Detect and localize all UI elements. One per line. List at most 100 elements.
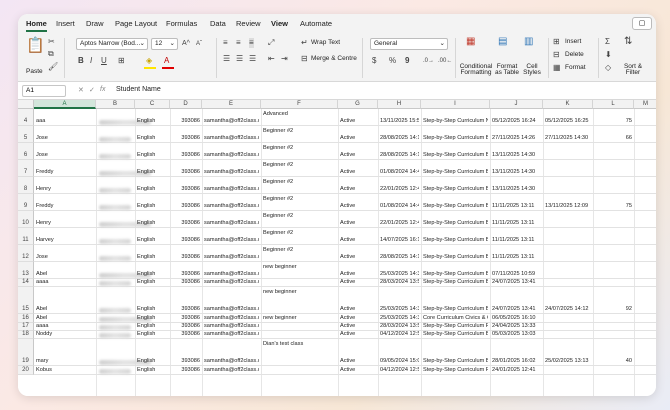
row-header[interactable]: 16 — [18, 314, 34, 323]
font-size-select[interactable]: 12 ⌄ — [151, 38, 178, 50]
grid-cell[interactable]: 13/11/2025 14:30 — [492, 186, 541, 193]
grid-cell[interactable]: 04/12/2024 12:50 — [380, 367, 419, 374]
row-header[interactable]: 8 — [18, 177, 34, 194]
row-header[interactable]: 17 — [18, 323, 34, 331]
grid-cell[interactable]: 66 — [595, 135, 632, 142]
grid-cell[interactable]: Step-by-Step Curriculum Be — [423, 279, 488, 286]
grid-cell[interactable]: 04/12/2024 12:50 — [380, 331, 419, 338]
grid-cell[interactable]: samantha@off2class.cc — [204, 135, 259, 142]
grid-cell[interactable]: samantha@off2class.cc — [204, 237, 259, 244]
grid-cell[interactable]: English — [137, 203, 168, 210]
grid-cell[interactable]: English — [137, 271, 168, 278]
grid-cell[interactable]: aaaa — [36, 279, 94, 286]
grid-cell[interactable]: English — [137, 135, 168, 142]
increase-decimal-icon[interactable]: .0→ — [423, 56, 434, 66]
grid-cell[interactable]: 393086 — [172, 169, 200, 176]
font-name-select[interactable]: Aptos Narrow (Bod... ⌄ — [76, 38, 148, 50]
grid-cell[interactable]: Active — [340, 152, 376, 159]
grid-cell[interactable]: Step-by-Step Curriculum Be — [423, 358, 488, 365]
insert-cells-icon[interactable]: ⊞ — [553, 37, 560, 47]
grid-cell[interactable]: Step-by-Step Curriculum Ne — [423, 118, 488, 125]
grid-cell[interactable]: 11/11/2025 13:11 — [492, 237, 541, 244]
grid-cell[interactable]: Active — [340, 203, 376, 210]
grid-cell[interactable]: 24/04/2025 13:33 — [492, 323, 541, 330]
grid-cell[interactable]: 393086 — [172, 135, 200, 142]
grid-cell[interactable]: samantha@off2class.com — [204, 367, 259, 374]
tab-formulas[interactable]: Formulas — [166, 19, 197, 28]
grid-cell[interactable]: 393086 — [172, 323, 200, 330]
insert-button[interactable]: Insert — [565, 38, 581, 45]
grid-cell[interactable]: new beginner — [263, 289, 336, 296]
decrease-font-icon[interactable]: Aˇ — [196, 39, 202, 49]
name-box[interactable]: A1 — [22, 85, 66, 97]
column-header-b[interactable]: B — [96, 100, 135, 109]
column-header-e[interactable]: E — [202, 100, 261, 109]
paste-button[interactable]: Paste — [26, 68, 43, 75]
grid-cell[interactable]: 11/11/2025 13:11 — [492, 220, 541, 227]
grid-cell[interactable]: Advanced — [263, 111, 336, 118]
grid-cell[interactable]: English — [137, 186, 168, 193]
grid-cell[interactable]: Beginner #2 — [263, 179, 336, 186]
grid-cell[interactable]: 393086 — [172, 367, 200, 374]
grid-cell[interactable]: Jose — [36, 152, 94, 159]
row-header[interactable]: 10 — [18, 211, 34, 228]
merge-icon[interactable]: ⊟ — [301, 54, 308, 64]
decrease-indent-icon[interactable]: ⇤ — [268, 54, 275, 64]
grid-cell[interactable]: 28/01/2025 16:02 — [492, 358, 541, 365]
grid-cell[interactable]: 393086 — [172, 358, 200, 365]
grid-cell[interactable]: 28/08/2025 14:13 — [380, 135, 419, 142]
borders-icon[interactable]: ⊞ — [118, 56, 125, 66]
grid-cell[interactable]: samantha@off2class.cc — [204, 220, 259, 227]
row-header[interactable]: 11 — [18, 228, 34, 245]
tab-data[interactable]: Data — [210, 19, 226, 28]
column-header-h[interactable]: H — [378, 100, 421, 109]
grid-cell[interactable]: Step-by-Step Curriculum Fo — [423, 367, 488, 374]
grid-cell[interactable]: Beginner #2 — [263, 196, 336, 203]
grid-cell[interactable]: Beginner #2 — [263, 128, 336, 135]
grid-cell[interactable]: Harvey — [36, 237, 94, 244]
grid-cell[interactable]: 24/07/2025 14:12 — [545, 306, 591, 313]
grid-cell[interactable]: 28/08/2025 14:13 — [380, 152, 419, 159]
grid-cell[interactable]: 393086 — [172, 279, 200, 286]
grid-cell[interactable]: Beginner #2 — [263, 162, 336, 169]
grid-cell[interactable]: Step-by-Step Curriculum Be — [423, 254, 488, 261]
grid-cell[interactable]: Abel — [36, 306, 94, 313]
copy-icon[interactable]: ⧉ — [48, 49, 54, 59]
row-header[interactable]: 9 — [18, 194, 34, 211]
grid-cell[interactable]: Noddy — [36, 331, 94, 338]
number-format-select[interactable]: General ⌄ — [370, 38, 448, 50]
grid-cell[interactable]: English — [137, 118, 168, 125]
grid-cell[interactable]: Abel — [36, 315, 94, 322]
grid-cell[interactable]: English — [137, 306, 168, 313]
grid-cell[interactable]: Step-by-Step Curriculum Be — [423, 203, 488, 210]
clear-icon[interactable]: ◇ — [605, 63, 611, 73]
grid-cell[interactable]: Step-by-Step Curriculum Be — [423, 220, 488, 227]
grid-cell[interactable]: 25/03/2025 14:32 — [380, 271, 419, 278]
grid-cell[interactable]: 05/12/2025 16:24 — [492, 118, 541, 125]
grid-cell[interactable]: 09/05/2024 15:09 — [380, 358, 419, 365]
grid-cell[interactable]: 13/11/2025 15:52 — [380, 118, 419, 125]
grid-cell[interactable]: Henry — [36, 220, 94, 227]
grid-cell[interactable]: 07/11/2025 10:59 — [492, 271, 541, 278]
grid-cell[interactable]: samantha@off2class.com — [204, 331, 259, 338]
grid-cell[interactable]: Active — [340, 135, 376, 142]
conditional-formatting-icon[interactable]: ▦ — [466, 37, 475, 47]
grid-cell[interactable]: Step-by-Step Curriculum Be — [423, 169, 488, 176]
grid-cell[interactable]: 27/11/2025 14:26 — [492, 135, 541, 142]
sort-filter-icon[interactable]: ⇅ — [624, 37, 632, 47]
grid-cell[interactable]: 393086 — [172, 271, 200, 278]
row-header[interactable]: 18 — [18, 331, 34, 339]
grid-cell[interactable]: Active — [340, 367, 376, 374]
column-header-j[interactable]: J — [490, 100, 543, 109]
grid-cell[interactable]: Step-by-Step Curriculum Be — [423, 237, 488, 244]
tab-draw[interactable]: Draw — [86, 19, 104, 28]
grid-cell[interactable]: 22/01/2025 12:49 — [380, 220, 419, 227]
grid-cell[interactable]: Step-by-Step Curriculum Be — [423, 306, 488, 313]
increase-indent-icon[interactable]: ⇥ — [281, 54, 288, 64]
row-header[interactable]: 5 — [18, 126, 34, 143]
grid-cell[interactable]: 13/11/2025 14:30 — [492, 169, 541, 176]
grid-cell[interactable]: samantha@off2class.com — [204, 323, 259, 330]
grid-cell[interactable]: Active — [340, 358, 376, 365]
row-header[interactable]: 13 — [18, 262, 34, 279]
grid-cell[interactable]: 11/11/2025 13:11 — [492, 203, 541, 210]
